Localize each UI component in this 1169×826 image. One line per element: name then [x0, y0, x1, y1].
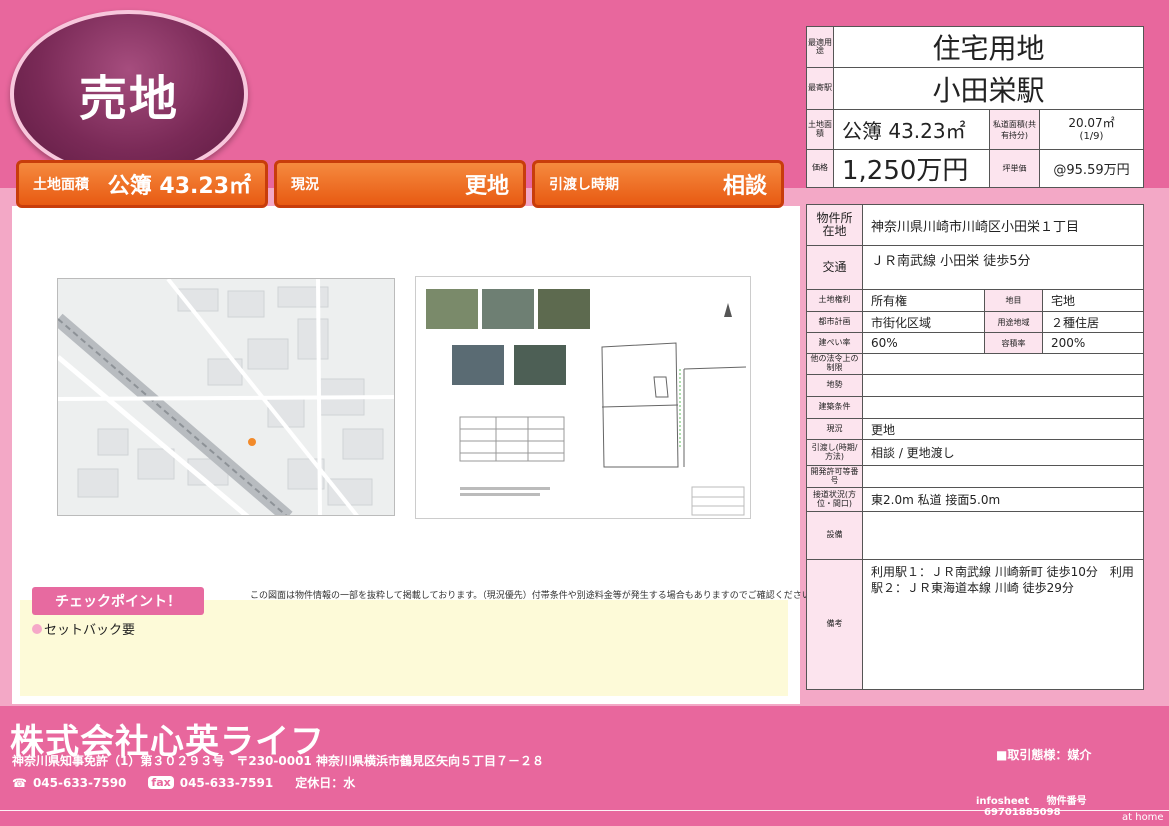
brand-logo: at home	[1122, 812, 1164, 823]
deal-type: ■取引態様：媒介	[996, 748, 1092, 762]
pill-value: 相談	[722, 174, 767, 199]
notes-value: 利用駅１：ＪＲ南武線 川崎新町 徒歩10分 利用駅２：ＪＲ東海道本線 川崎 徒歩…	[862, 559, 1144, 690]
facilities-value	[862, 511, 1144, 560]
handover-label: 引渡し(時期/方法)	[806, 439, 863, 466]
usage-value: 住宅用地	[833, 26, 1144, 68]
permit-value	[862, 465, 1144, 488]
station-value: 小田栄駅	[833, 67, 1144, 110]
site-plan-image	[415, 276, 751, 519]
build-condition-value	[862, 396, 1144, 419]
holiday-text: 定休日：水	[295, 776, 356, 790]
pill-label: 土地面積	[33, 177, 89, 193]
bcr-label: 建ぺい率	[806, 332, 863, 354]
company-license: 神奈川県知事免許（1）第３０２９３号 〒230-0001 神奈川県横浜市鶴見区矢…	[12, 754, 544, 768]
facilities-label: 設備	[806, 511, 863, 560]
info-sheet-label: infosheet	[976, 796, 1030, 807]
land-category-label: 地目	[984, 289, 1043, 312]
road-value: 東2.0m 私道 接面5.0m	[862, 487, 1144, 512]
unit-price-label: 坪単価	[989, 149, 1040, 188]
rights-value: 所有権	[862, 289, 985, 312]
bcr-value: 60%	[862, 332, 985, 354]
private-road-area: 20.07㎡	[1068, 116, 1115, 131]
address-label: 物件所在地	[806, 204, 863, 246]
zoning-label: 用途地域	[984, 311, 1043, 333]
pill-value: 公簿 43.23㎡	[107, 174, 251, 199]
property-id: 69701885098	[984, 807, 1061, 818]
handover-value: 相談 / 更地渡し	[862, 439, 1144, 466]
fax-number: 045-633-7591	[179, 775, 274, 790]
price-value: 1,250万円	[833, 149, 990, 188]
area-value: 公簿 43.23㎡	[833, 109, 990, 150]
land-category-value: 宅地	[1042, 289, 1144, 312]
details-table: 物件所在地 神奈川県川崎市川崎区小田栄１丁目 交通 ＪＲ南武線 小田栄 徒歩5分…	[806, 204, 1144, 690]
price-label: 価格	[806, 149, 834, 188]
other-restrictions-value	[862, 353, 1144, 375]
address-value: 神奈川県川崎市川崎区小田栄１丁目	[862, 204, 1144, 246]
traffic-label: 交通	[806, 245, 863, 290]
fax-icon: fax	[148, 776, 174, 789]
pill-land-area: 土地面積 公簿 43.23㎡	[16, 160, 268, 208]
city-plan-value: 市街化区域	[862, 311, 985, 333]
station-label: 最寄駅	[806, 67, 834, 110]
notes-label: 備考	[806, 559, 863, 690]
pill-label: 引渡し時期	[549, 177, 619, 193]
road-label: 接道状況(方位・間口)	[806, 487, 863, 512]
build-condition-label: 建築条件	[806, 396, 863, 419]
unit-price-value: @95.59万円	[1039, 149, 1144, 188]
status-label: 現況	[806, 418, 863, 440]
listing-type-label: 売地	[78, 71, 179, 127]
summary-table: 最適用途 住宅用地 最寄駅 小田栄駅 土地面積 公簿 43.23㎡ 私道面積(共…	[806, 26, 1144, 188]
far-value: 200%	[1042, 332, 1144, 354]
status-value: 更地	[862, 418, 1144, 440]
phone-number[interactable]: 045-633-7590	[33, 776, 126, 790]
other-restrictions-label: 他の法令上の制限	[806, 353, 863, 375]
pill-label: 現況	[291, 177, 319, 193]
area-label: 土地面積	[806, 109, 834, 150]
checkpoint-item-text: セットバック要	[44, 623, 136, 638]
permit-label: 開発許可等番号	[806, 465, 863, 488]
private-road-value: 20.07㎡ (1/9)	[1039, 109, 1144, 150]
city-plan-label: 都市計画	[806, 311, 863, 333]
checkpoint-title: チェックポイント！	[32, 587, 204, 615]
contact-line: ☎ 045-633-7590 fax 045-633-7591 定休日：水	[12, 774, 355, 791]
traffic-value: ＪＲ南武線 小田栄 徒歩5分	[862, 245, 1144, 290]
pill-status: 現況 更地	[274, 160, 526, 208]
zoning-value: ２種住居	[1042, 311, 1144, 333]
rights-label: 土地権利	[806, 289, 863, 312]
far-label: 容積率	[984, 332, 1043, 354]
private-road-label: 私道面積(共有持分)	[989, 109, 1040, 150]
location-map-image	[57, 278, 395, 516]
property-id-label: 物件番号	[1046, 796, 1087, 807]
checkpoint-item: セットバック要	[32, 619, 135, 638]
terrain-label: 地勢	[806, 374, 863, 397]
usage-label: 最適用途	[806, 26, 834, 68]
pill-handover: 引渡し時期 相談	[532, 160, 784, 208]
phone-icon: ☎	[12, 775, 27, 790]
footer-divider	[0, 810, 1169, 811]
footer: 株式会社心英ライフ 神奈川県知事免許（1）第３０２９３号 〒230-0001 神…	[0, 706, 1169, 826]
listing-type-badge: 売地	[10, 10, 248, 178]
private-road-share: (1/9)	[1079, 130, 1104, 142]
bullet-icon	[32, 624, 42, 634]
terrain-value	[862, 374, 1144, 397]
pill-value: 更地	[464, 174, 509, 199]
